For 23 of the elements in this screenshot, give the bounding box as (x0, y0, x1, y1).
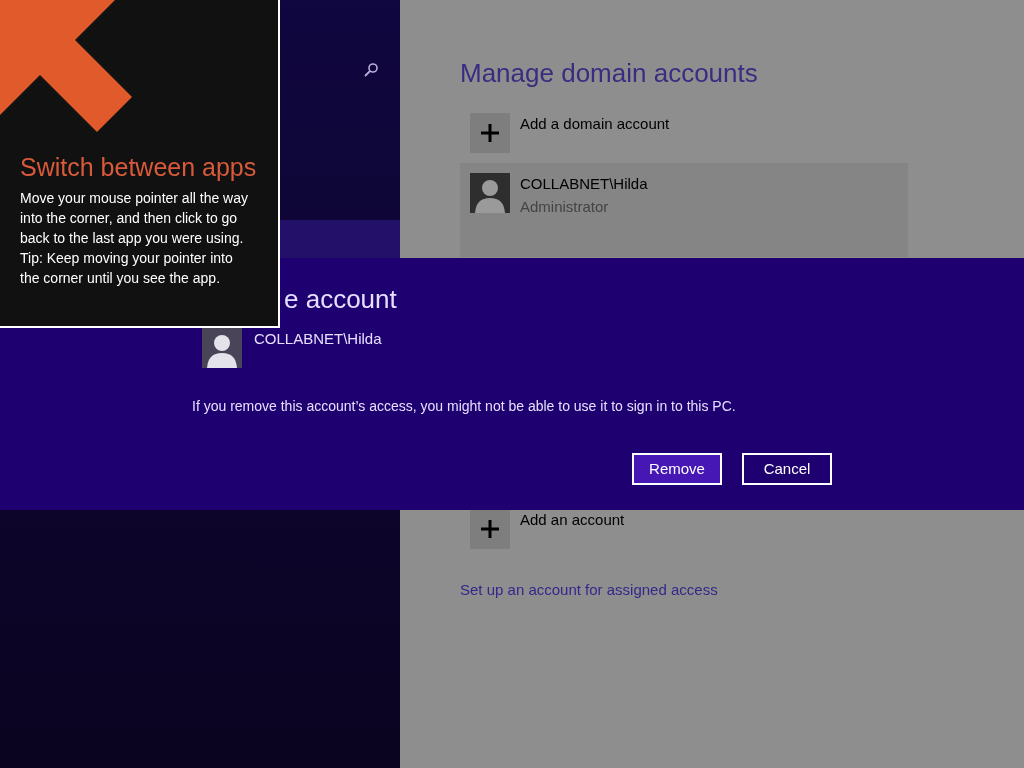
tip-title: Switch between apps (20, 152, 257, 183)
assigned-access-link[interactable]: Set up an account for assigned access (460, 579, 1024, 602)
add-tile[interactable] (470, 509, 510, 549)
arrow-icon (0, 0, 132, 132)
account-name: COLLABNET\Hilda (520, 174, 648, 194)
page-heading: Manage domain accounts (460, 57, 759, 90)
account-name: COLLABNET\Hilda (254, 329, 382, 349)
dialog-button[interactable]: Cancel (742, 453, 832, 485)
tip-hint: Tip: Keep moving your pointer into the corner until you see the app. (20, 249, 234, 288)
account-role: Administrator (520, 196, 610, 217)
add-tile[interactable] (470, 113, 510, 153)
plus-icon (480, 123, 500, 143)
dialog-title: e account (284, 283, 397, 316)
add-domain-account-label[interactable]: Add a domain account (520, 113, 670, 153)
avatar-icon (202, 328, 242, 368)
plus-icon (480, 519, 500, 539)
search-icon[interactable] (363, 62, 379, 78)
dialog-message: If you remove this account’s access, you might not be able to use it to sign in to this PC. (192, 397, 736, 416)
avatar-icon (470, 173, 510, 213)
account-card[interactable]: COLLABNET\Hilda Administrator (460, 163, 908, 257)
dialog-button[interactable]: Remove (632, 453, 722, 485)
add-account-label[interactable]: Add an account (520, 509, 625, 549)
tip-text: Move your mouse pointer all the way into the corner, and then click to go back to the last app you were using. (20, 189, 249, 248)
